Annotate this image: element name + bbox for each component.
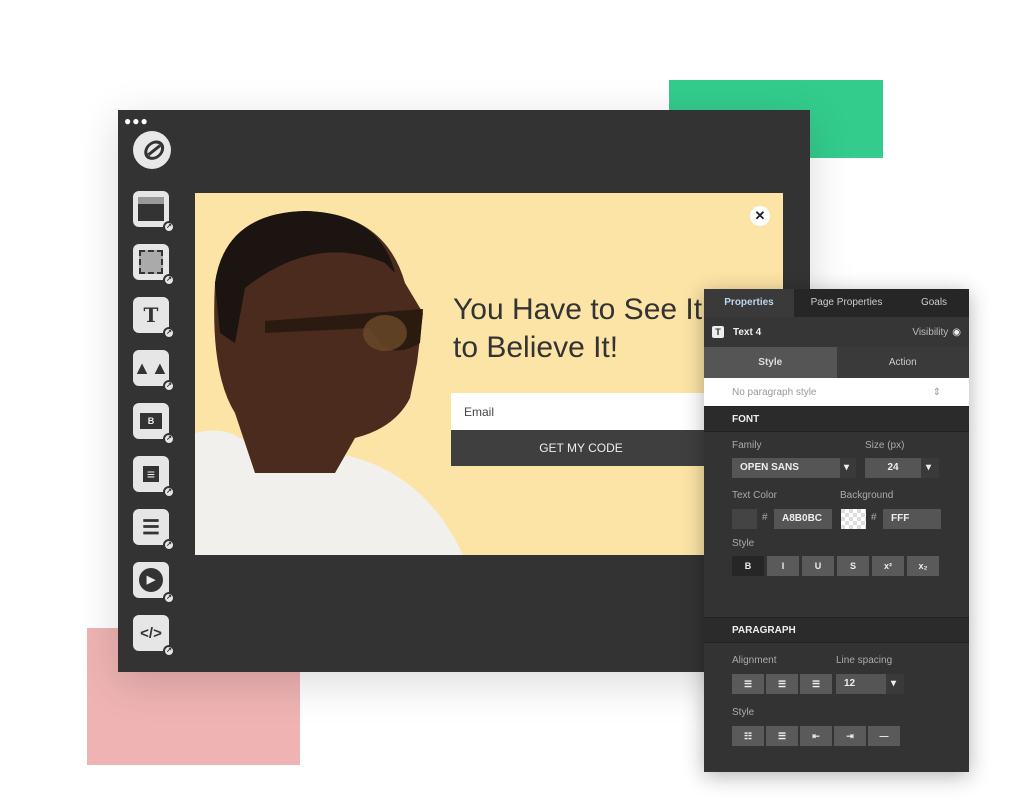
popup-preview: ✕ You Have to See It to Believe It! Emai… [195,193,783,555]
code-icon: </> [140,624,162,642]
button-tool[interactable]: B ↗ [133,403,175,445]
align-right-button[interactable]: ☰ [800,674,832,694]
subscript-button[interactable]: x₂ [907,556,939,576]
form-tool[interactable]: ≡ ↗ [133,456,175,498]
line-spacing-input[interactable]: 12 [836,674,886,694]
align-left-button[interactable]: ☰ [732,674,764,694]
box-tool[interactable]: ↗ [133,244,175,286]
form-icon: ≡ [142,466,160,482]
size-label: Size (px) [865,440,905,451]
get-code-button[interactable]: GET MY CODE [451,430,711,466]
list-icon: ☰ [142,516,160,539]
code-tool[interactable]: </> ↗ [133,615,175,657]
text-color-input[interactable]: A8B0BC [774,509,832,529]
tab-page-properties[interactable]: Page Properties [794,289,899,317]
video-tool[interactable]: ▶ ↗ [133,562,175,604]
person-photo [195,193,465,555]
close-popup-button[interactable]: ✕ [750,206,770,226]
subtab-action[interactable]: Action [836,347,969,378]
text-color-swatch[interactable] [732,509,757,529]
tab-properties[interactable]: Properties [704,289,794,317]
bold-button[interactable]: B [732,556,764,576]
bullet-list-button[interactable]: ☷ [732,726,764,746]
tab-goals[interactable]: Goals [899,289,969,317]
font-style-label: Style [732,538,755,549]
indent-button[interactable]: ⇥ [834,726,866,746]
popup-headline[interactable]: You Have to See It to Believe It! [453,291,702,367]
paragraph-style-value: No paragraph style [732,386,817,398]
family-label: Family [732,440,762,451]
eye-icon[interactable]: ◉ [952,327,961,338]
visibility-toggle[interactable]: Visibility [912,327,948,338]
button-icon: B [139,413,163,429]
image-icon: ▲▲ [133,357,169,378]
image-tool[interactable]: ▲▲ ↗ [133,350,175,392]
horizontal-rule-button[interactable]: — [868,726,900,746]
element-name: Text 4 [733,326,762,338]
subtab-style[interactable]: Style [704,347,837,378]
email-input[interactable]: Email [451,393,711,430]
hash-label: # [871,512,877,523]
line-spacing-label: Line spacing [836,655,893,666]
paragraph-style-label: Style [732,707,755,718]
window-menu-dots[interactable]: ●●● [124,114,149,128]
text-tool[interactable]: T ↗ [133,297,175,339]
font-family-select[interactable]: OPEN SANS [732,458,840,478]
paragraph-style-select[interactable]: No paragraph style ⇕ [704,378,969,406]
text-element-icon: T [712,326,724,338]
background-color-input[interactable]: FFF [883,509,941,529]
hash-label: # [762,512,768,523]
superscript-button[interactable]: x² [872,556,904,576]
italic-button[interactable]: I [767,556,799,576]
text-color-label: Text Color [732,490,778,501]
align-center-button[interactable]: ☰ [766,674,798,694]
outdent-button[interactable]: ⇤ [800,726,832,746]
list-tool[interactable]: ☰ ↗ [133,509,175,551]
background-label: Background [840,490,894,501]
font-size-input[interactable]: 24 [865,458,921,478]
font-section-header: FONT [704,406,969,432]
underline-button[interactable]: U [802,556,834,576]
text-icon: T [143,303,159,327]
paragraph-section-header: PARAGRAPH [704,617,969,643]
section-tool[interactable]: ↗ [133,191,175,233]
strikethrough-button[interactable]: S [837,556,869,576]
line-spacing-dropdown-icon[interactable]: ▾ [886,674,904,694]
numbered-list-button[interactable]: ☰ [766,726,798,746]
properties-panel: Properties Page Properties Goals T Text … [704,289,969,772]
video-icon: ▶ [139,568,163,592]
alignment-label: Alignment [732,655,777,666]
background-swatch[interactable] [841,509,866,529]
logo-icon: ⊘ [133,131,171,169]
size-dropdown-icon[interactable]: ▾ [921,458,939,478]
family-dropdown-icon[interactable]: ▾ [840,458,856,478]
updown-icon: ⇕ [932,386,941,398]
